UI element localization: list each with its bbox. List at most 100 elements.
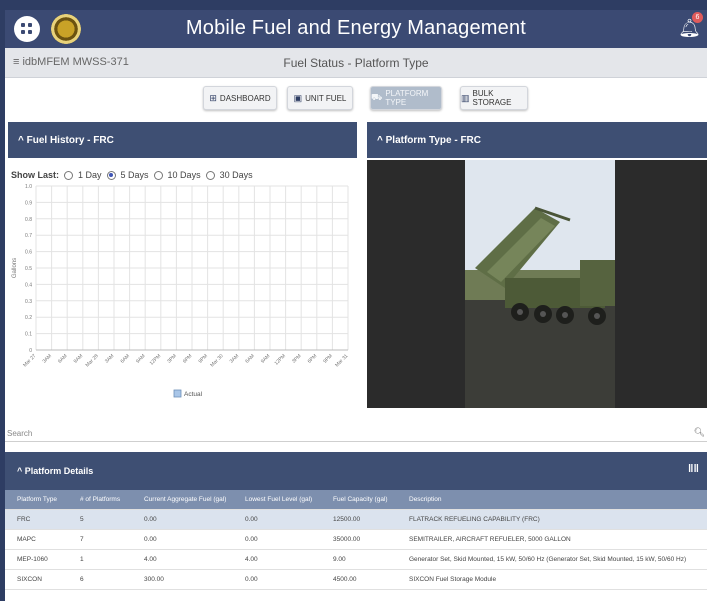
column-header[interactable]: Lowest Fuel Level (gal) — [245, 496, 312, 503]
x-tick-label: 3PM — [291, 353, 303, 365]
table-cell: 0.00 — [245, 536, 258, 543]
platform-type-header[interactable]: ^ Platform Type - FRC — [367, 122, 707, 158]
truck-icon: ⛟ — [371, 92, 383, 102]
platform-photo — [465, 160, 615, 408]
y-tick-label: 0.3 — [25, 299, 32, 305]
table-cell: FRC — [17, 516, 31, 523]
radio-5-days[interactable] — [106, 170, 116, 180]
radio-10-days[interactable] — [153, 170, 163, 180]
table-cell: FLATRACK REFUELING CAPABILITY (FRC) — [409, 516, 540, 523]
radio-label: 10 Days — [167, 170, 201, 180]
table-cell: 1 — [80, 556, 84, 563]
app-frame: Mobile Fuel and Energy Management 🔔︎ 6 ≡… — [0, 0, 707, 601]
table-cell: 0.00 — [144, 536, 157, 543]
tab-label: UNIT FUEL — [305, 93, 347, 103]
column-header[interactable]: # of Platforms — [80, 496, 120, 503]
table-cell: 5 — [80, 516, 84, 523]
tab-bar: ⊞ DASHBOARD ▣ UNIT FUEL ⛟ PLATFORM TYPE … — [5, 86, 707, 110]
table-cell: Generator Set, Skid Mounted, 15 kW, 50/6… — [409, 556, 687, 563]
table-cell: 4.00 — [245, 556, 258, 563]
x-tick-label: 9PM — [322, 353, 334, 365]
column-header[interactable]: Current Aggregate Fuel (gal) — [144, 496, 226, 503]
radio-30-days[interactable] — [205, 170, 215, 180]
search-input[interactable]: Search — [7, 429, 32, 438]
table-cell: 300.00 — [144, 576, 164, 583]
table-cell: MAPC — [17, 536, 36, 543]
table-cell: 4.00 — [144, 556, 157, 563]
table-cell: 0.00 — [144, 516, 157, 523]
x-tick-label: 3PM — [166, 353, 178, 365]
sub-header: ≡ idbMFEM MWSS-371 Fuel Status - Platfor… — [5, 48, 707, 78]
table-row[interactable]: MAPC 7 0.00 0.00 35000.00 SEMITRAILER, A… — [5, 530, 707, 550]
tab-platform-type[interactable]: ⛟ PLATFORM TYPE — [370, 86, 442, 110]
platform-details-table: Platform Type # of Platforms Current Agg… — [5, 490, 707, 590]
main-content: ⊞ DASHBOARD ▣ UNIT FUEL ⛟ PLATFORM TYPE … — [5, 78, 707, 601]
y-tick-label: 0.7 — [25, 233, 32, 239]
y-tick-label: 0.5 — [25, 266, 32, 272]
y-axis-label: Gallons — [12, 258, 18, 278]
tab-label: DASHBOARD — [219, 93, 271, 103]
x-tick-label: 3AM — [104, 353, 116, 365]
x-tick-label: 12PM — [149, 353, 162, 366]
x-tick-label: Mar 30 — [209, 353, 224, 368]
y-tick-label: 0.4 — [25, 282, 32, 288]
page-title: Fuel Status - Platform Type — [283, 56, 429, 70]
notification-bell-icon[interactable]: 🔔︎ 6 — [678, 12, 703, 39]
x-tick-label: 6AM — [57, 353, 69, 365]
x-tick-label: Mar 28 — [85, 353, 100, 368]
fuel-history-header[interactable]: ^ Fuel History - FRC — [8, 122, 357, 158]
fuel-history-title: ^ Fuel History - FRC — [18, 135, 114, 146]
platform-details-title: ^ Platform Details — [17, 466, 94, 476]
search-bar[interactable]: Search 🔍︎ — [5, 424, 707, 442]
dashboard-icon: ⊞ — [209, 92, 217, 103]
y-tick-label: 1.0 — [25, 184, 32, 190]
tab-bulk-storage[interactable]: ▥ BULK STORAGE — [460, 86, 528, 110]
column-header[interactable]: Platform Type — [17, 496, 57, 503]
x-tick-label: Mar 31 — [334, 353, 349, 368]
column-header[interactable]: Fuel Capacity (gal) — [333, 496, 388, 503]
legend-swatch — [173, 389, 182, 398]
storage-icon: ▥ — [461, 92, 470, 103]
app-title: Mobile Fuel and Energy Management — [185, 17, 527, 39]
legend-label: Actual — [184, 391, 203, 398]
table-cell: 6 — [80, 576, 84, 583]
x-tick-label: 9AM — [260, 353, 272, 365]
table-cell: SEMITRAILER, AIRCRAFT REFUELER, 5000 GAL… — [409, 536, 571, 543]
platform-photo-panel — [367, 160, 707, 408]
x-tick-label: 9AM — [135, 353, 147, 365]
y-tick-label: 0.8 — [25, 217, 32, 223]
platform-type-title: ^ Platform Type - FRC — [377, 135, 481, 146]
x-tick-label: 9AM — [73, 353, 85, 365]
x-tick-label: 6AM — [120, 353, 132, 365]
radio-label: 1 Day — [78, 170, 102, 180]
fuel-history-chart: 0 0.1 0.2 0.3 0.4 0.5 0.6 0.7 0.8 0.9 1.0 Mar 27 3AM… — [12, 184, 350, 398]
table-cell: 12500.00 — [333, 516, 361, 523]
radio-label: 30 Days — [219, 170, 253, 180]
x-tick-label: 3AM — [229, 353, 241, 365]
tab-unit-fuel[interactable]: ▣ UNIT FUEL — [287, 86, 353, 110]
y-tick-label: 0.2 — [25, 315, 32, 321]
platform-details-header[interactable]: ^ Platform Details ‖‖ — [5, 452, 707, 490]
table-row[interactable]: FRC 5 0.00 0.00 12500.00 FLATRACK REFUEL… — [5, 510, 707, 530]
table-cell: 9.00 — [333, 556, 346, 563]
table-row[interactable]: SIXCON 6 300.00 0.00 4500.00 SIXCON Fuel… — [5, 570, 707, 590]
search-icon[interactable]: 🔍︎ — [694, 427, 705, 438]
y-tick-label: 0.1 — [25, 332, 32, 338]
tab-dashboard[interactable]: ⊞ DASHBOARD — [203, 86, 277, 110]
table-cell: 4500.00 — [333, 576, 357, 583]
x-tick-label: 3AM — [42, 353, 54, 365]
column-header[interactable]: Description — [409, 496, 442, 503]
table-row[interactable]: MEP-1060 1 4.00 4.00 9.00 Generator Set,… — [5, 550, 707, 570]
radio-1-day[interactable] — [64, 170, 74, 180]
y-tick-label: 0.6 — [25, 250, 32, 256]
show-last-label: Show Last: — [11, 170, 60, 180]
table-cell: 0.00 — [245, 576, 258, 583]
truck-illustration — [465, 160, 615, 408]
table-cell: 0.00 — [245, 516, 258, 523]
x-tick-label: Mar 27 — [22, 353, 37, 368]
tab-label: BULK STORAGE — [472, 89, 512, 107]
x-tick-label: 6AM — [244, 353, 256, 365]
table-cell: MEP-1060 — [17, 556, 48, 563]
notification-badge: 6 — [692, 12, 703, 23]
columns-icon[interactable]: ‖‖ — [688, 463, 699, 475]
